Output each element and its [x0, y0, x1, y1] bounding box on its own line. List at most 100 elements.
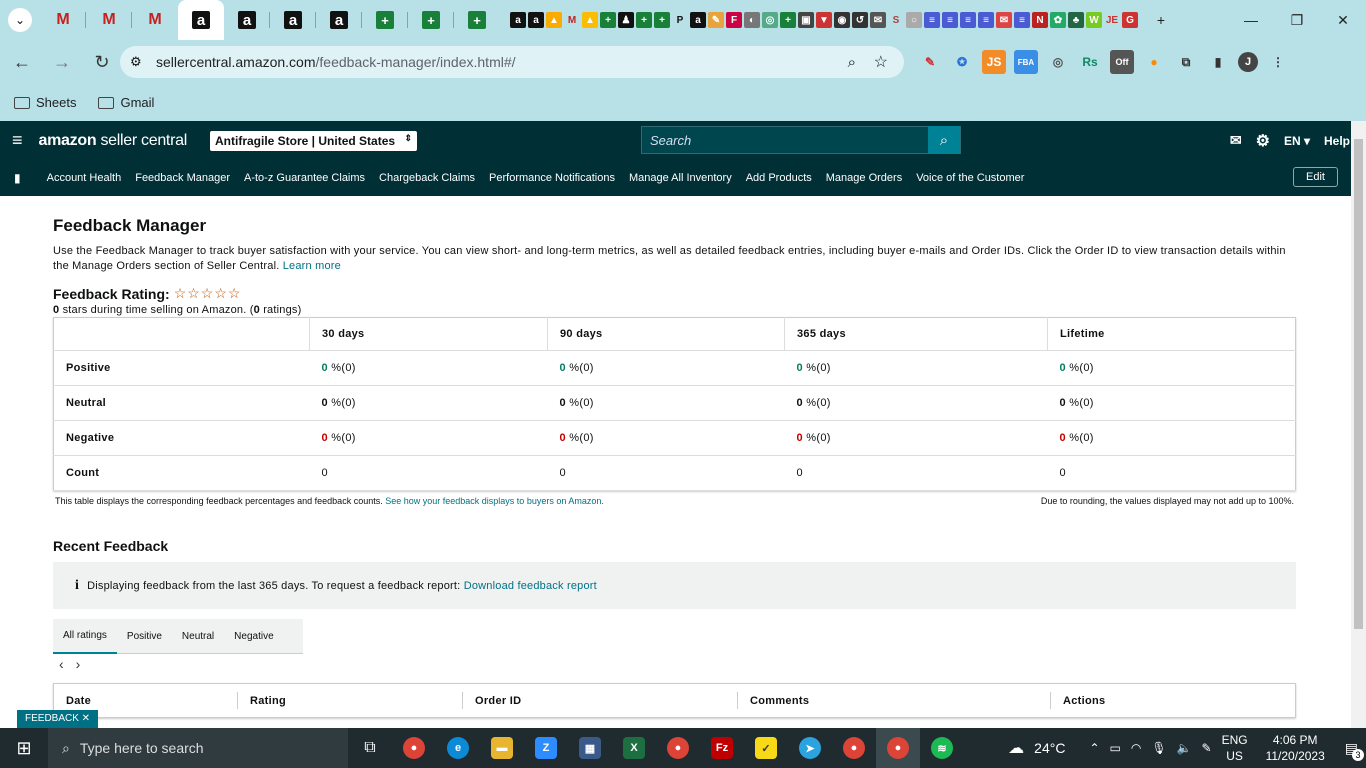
app-icon[interactable]: JE: [1104, 12, 1120, 28]
extension-icon[interactable]: Rs: [1078, 50, 1102, 74]
app-icon[interactable]: ✿: [1050, 12, 1066, 28]
nav-manage-all-inventory[interactable]: Manage All Inventory: [629, 172, 732, 184]
zoom-app-icon[interactable]: Z: [524, 728, 568, 768]
list-icon[interactable]: ≡: [924, 12, 940, 28]
new-tab-icon[interactable]: +: [1144, 0, 1178, 40]
scrollbar[interactable]: [1351, 121, 1366, 728]
edge-icon[interactable]: e: [436, 728, 480, 768]
app-icon[interactable]: F: [726, 12, 742, 28]
column-header-rating[interactable]: Rating: [237, 692, 462, 709]
app-icon[interactable]: S: [888, 12, 904, 28]
help-link[interactable]: Help: [1324, 134, 1350, 148]
tab-amazon[interactable]: a: [224, 0, 270, 40]
bookmark-icon[interactable]: ▮: [14, 171, 21, 185]
nav-feedback-manager[interactable]: Feedback Manager: [135, 172, 230, 184]
learn-more-link[interactable]: Learn more: [283, 260, 341, 272]
seller-central-logo[interactable]: amazon seller central: [39, 132, 188, 150]
weather-temp[interactable]: 24°C: [1034, 740, 1065, 756]
column-header-comments[interactable]: Comments: [737, 692, 1050, 709]
drive-icon[interactable]: ▲: [546, 12, 562, 28]
app-icon[interactable]: ✉: [996, 12, 1012, 28]
profile-avatar[interactable]: J: [1238, 52, 1258, 72]
tab-sheets[interactable]: +: [454, 0, 500, 40]
gmail-icon[interactable]: M: [564, 12, 580, 28]
bookmark-star-icon[interactable]: ☆: [874, 52, 888, 72]
sheets-icon[interactable]: +: [600, 12, 616, 28]
wifi-icon[interactable]: ◠: [1131, 741, 1141, 755]
chrome-taskbar-icon[interactable]: ●: [392, 728, 436, 768]
chrome-profile-icon[interactable]: ●: [832, 728, 876, 768]
junglescout-icon[interactable]: JS: [982, 50, 1006, 74]
sheets-icon[interactable]: +: [636, 12, 652, 28]
amazon-icon[interactable]: a: [528, 12, 544, 28]
chrome-profile-icon[interactable]: ●: [656, 728, 700, 768]
scrollbar-thumb[interactable]: [1354, 139, 1363, 629]
language-selector[interactable]: EN ▾: [1284, 134, 1310, 148]
feedback-tag[interactable]: FEEDBACK ✕: [17, 710, 99, 728]
extension-icon[interactable]: ◎: [1046, 50, 1070, 74]
tab-gmail[interactable]: M: [40, 0, 86, 40]
nav-a-to-z-claims[interactable]: A-to-z Guarantee Claims: [244, 172, 365, 184]
nav-voice-of-customer[interactable]: Voice of the Customer: [916, 172, 1024, 184]
app-icon[interactable]: ◉: [834, 12, 850, 28]
app-icon[interactable]: ✎: [708, 12, 724, 28]
tab-negative[interactable]: Negative: [224, 619, 283, 654]
bookmark-gmail[interactable]: Gmail: [98, 95, 154, 110]
app-icon[interactable]: ♟: [618, 12, 634, 28]
pen-icon[interactable]: ✎: [1202, 741, 1212, 755]
url-text[interactable]: sellercentral.amazon.com/feedback-manage…: [156, 54, 516, 70]
language-indicator[interactable]: ENG US: [1222, 732, 1248, 764]
extensions-puzzle-icon[interactable]: ⧉: [1174, 50, 1198, 74]
column-header-actions[interactable]: Actions: [1050, 692, 1105, 709]
app-icon[interactable]: ♣: [1068, 12, 1084, 28]
amazon-icon[interactable]: a: [510, 12, 526, 28]
bookmark-sheets[interactable]: Sheets: [14, 95, 76, 110]
app-icon[interactable]: ○: [906, 12, 922, 28]
microphone-icon[interactable]: 🎙: [1151, 741, 1166, 755]
feedback-display-link[interactable]: See how your feedback displays to buyers…: [385, 496, 604, 506]
minimize-icon[interactable]: —: [1228, 0, 1274, 40]
app-icon[interactable]: ✉: [870, 12, 886, 28]
file-explorer-icon[interactable]: ▬: [480, 728, 524, 768]
list-icon[interactable]: ≡: [960, 12, 976, 28]
nav-chargeback-claims[interactable]: Chargeback Claims: [379, 172, 475, 184]
sticky-notes-icon[interactable]: ✓: [744, 728, 788, 768]
site-info-icon[interactable]: ⚙: [130, 54, 142, 70]
tab-neutral[interactable]: Neutral: [172, 619, 224, 654]
history-icon[interactable]: ↺: [852, 12, 868, 28]
app-icon[interactable]: W: [1086, 12, 1102, 28]
hamburger-menu-icon[interactable]: ≡: [12, 130, 23, 151]
list-icon[interactable]: ≡: [978, 12, 994, 28]
tab-all-ratings[interactable]: All ratings: [53, 619, 117, 654]
settings-gear-icon[interactable]: ⚙: [1256, 131, 1270, 151]
nav-performance-notifications[interactable]: Performance Notifications: [489, 172, 615, 184]
app-icon[interactable]: ▣: [798, 12, 814, 28]
tab-gmail[interactable]: M: [132, 0, 178, 40]
address-bar[interactable]: ⚙ sellercentral.amazon.com/feedback-mana…: [120, 46, 904, 78]
drive-icon[interactable]: ▲: [582, 12, 598, 28]
nav-account-health[interactable]: Account Health: [47, 172, 122, 184]
nav-manage-orders[interactable]: Manage Orders: [826, 172, 902, 184]
notification-icon[interactable]: ▤ 3: [1345, 740, 1364, 761]
spotify-icon[interactable]: ≋: [920, 728, 964, 768]
app-icon[interactable]: ◎: [762, 12, 778, 28]
battery-icon[interactable]: ▭: [1110, 741, 1121, 755]
search-input[interactable]: Search ⌕: [641, 126, 961, 154]
chevron-left-icon[interactable]: ‹: [59, 656, 64, 672]
forward-icon[interactable]: →: [44, 44, 80, 80]
task-view-icon[interactable]: ⧉: [348, 728, 392, 768]
chevron-up-icon[interactable]: ⌃: [1089, 741, 1099, 755]
taskbar-search[interactable]: ⌕ Type here to search: [48, 728, 348, 768]
mail-icon[interactable]: ✉: [1230, 132, 1242, 149]
tab-amazon[interactable]: a: [270, 0, 316, 40]
side-panel-icon[interactable]: ▮: [1206, 50, 1230, 74]
download-report-link[interactable]: Download feedback report: [464, 580, 597, 592]
list-icon[interactable]: ≡: [942, 12, 958, 28]
tab-gmail[interactable]: M: [86, 0, 132, 40]
tab-search-button[interactable]: ⌄: [0, 0, 40, 40]
edit-nav-button[interactable]: Edit: [1293, 167, 1338, 187]
tab-positive[interactable]: Positive: [117, 619, 172, 654]
back-icon[interactable]: ←: [4, 44, 40, 80]
sheets-icon[interactable]: +: [654, 12, 670, 28]
clock[interactable]: 4:06 PM 11/20/2023: [1266, 732, 1325, 764]
